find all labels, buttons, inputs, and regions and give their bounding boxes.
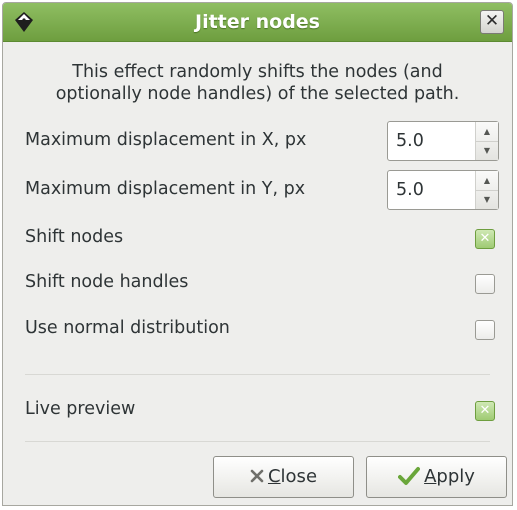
spin-up-icon[interactable]: ▲	[476, 122, 498, 142]
separator	[25, 374, 490, 375]
max-displacement-y-value[interactable]: 5.0	[396, 171, 424, 209]
shift-nodes-label: Shift nodes	[25, 227, 124, 247]
apply-button[interactable]: Apply	[366, 456, 507, 498]
use-normal-distribution-label: Use normal distribution	[25, 318, 230, 338]
separator	[25, 441, 490, 442]
window-title: Jitter nodes	[195, 11, 320, 33]
live-preview-checkbox[interactable]: ✕	[475, 401, 495, 421]
close-button[interactable]: Close	[213, 456, 354, 498]
shift-node-handles-label: Shift node handles	[25, 272, 189, 292]
description-line-2: optionally node handles) of the selected…	[55, 84, 460, 104]
title-bar[interactable]: Jitter nodes ✕	[3, 3, 512, 42]
max-displacement-x-value[interactable]: 5.0	[396, 122, 424, 160]
max-displacement-x-spinbox[interactable]: 5.0 ▲ ▼	[387, 121, 499, 161]
max-displacement-y-label: Maximum displacement in Y, px	[25, 179, 306, 199]
check-icon: ✕	[479, 403, 491, 418]
max-displacement-y-spinbox[interactable]: 5.0 ▲ ▼	[387, 170, 499, 210]
live-preview-label: Live preview	[25, 399, 136, 419]
use-normal-distribution-checkbox[interactable]	[475, 320, 495, 340]
spin-down-icon[interactable]: ▼	[476, 190, 498, 209]
max-displacement-y-arrows: ▲ ▼	[475, 171, 498, 209]
description-line-1: This effect randomly shifts the nodes (a…	[72, 62, 443, 82]
shift-node-handles-checkbox[interactable]	[475, 274, 495, 294]
checkmark-icon	[398, 466, 421, 485]
close-icon: ✕	[484, 11, 500, 31]
max-displacement-x-arrows: ▲ ▼	[475, 122, 498, 160]
spin-up-icon[interactable]: ▲	[476, 171, 498, 191]
close-window-button[interactable]: ✕	[480, 10, 504, 34]
apply-button-mnemonic: A	[424, 466, 437, 487]
effect-description: This effect randomly shifts the nodes (a…	[3, 61, 512, 105]
max-displacement-x-label: Maximum displacement in X, px	[25, 130, 307, 150]
spin-down-icon[interactable]: ▼	[476, 141, 498, 160]
dialog-window: Jitter nodes ✕ This effect randomly shif…	[2, 2, 513, 506]
apply-button-label: pply	[436, 466, 475, 487]
check-icon: ✕	[479, 231, 491, 246]
shift-nodes-checkbox[interactable]: ✕	[475, 229, 495, 249]
x-icon	[250, 469, 264, 482]
close-button-label: lose	[280, 466, 318, 487]
close-button-mnemonic: C	[267, 466, 281, 487]
